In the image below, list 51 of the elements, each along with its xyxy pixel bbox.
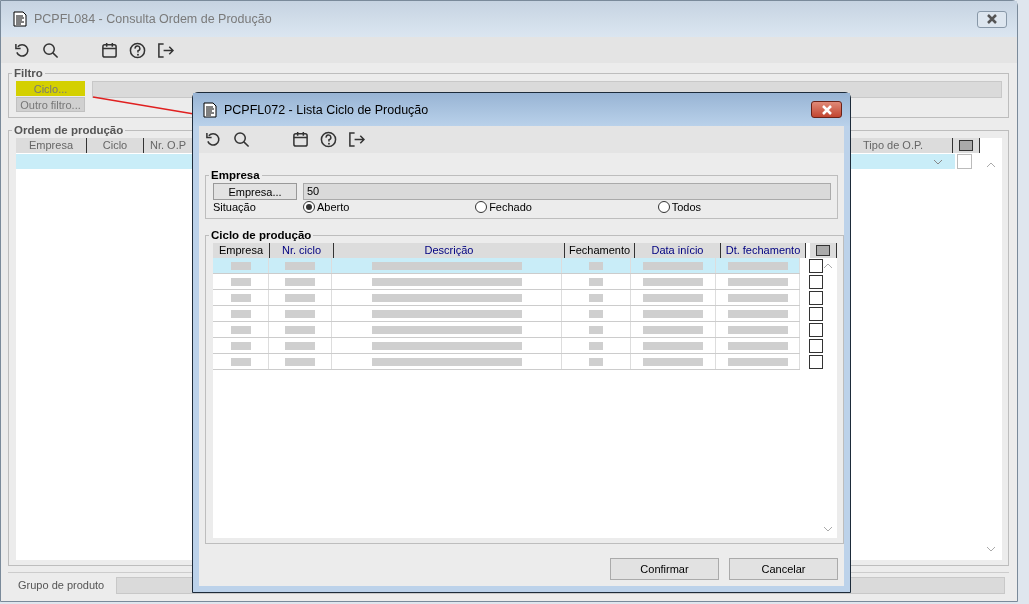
row-checkbox[interactable] (809, 259, 823, 273)
column-header[interactable]: Empresa (213, 243, 270, 258)
column-header[interactable]: Dt. fechamento (721, 243, 806, 258)
column-header[interactable]: Nr. ciclo (270, 243, 334, 258)
window-title: PCPFL072 - Lista Ciclo de Produção (224, 102, 429, 117)
group-title: Filtro (13, 67, 44, 79)
group-title: Empresa (210, 169, 261, 181)
row-checkbox[interactable] (809, 323, 823, 337)
row-checkbox[interactable] (809, 339, 823, 353)
calendar-icon[interactable] (101, 41, 118, 59)
column-header[interactable]: Data início (635, 243, 721, 258)
column-header[interactable]: Empresa (16, 138, 87, 153)
company-field[interactable]: 50 (303, 183, 831, 200)
search-icon[interactable] (233, 131, 250, 148)
row-checkbox[interactable] (809, 307, 823, 321)
field-label: Situação (213, 201, 257, 213)
select-all-header[interactable] (953, 138, 980, 153)
row-checkbox[interactable] (957, 154, 972, 169)
refresh-icon[interactable] (205, 131, 222, 148)
calendar-icon[interactable] (292, 131, 309, 148)
exit-icon[interactable] (157, 41, 174, 59)
refresh-icon[interactable] (14, 41, 31, 59)
column-header[interactable]: Ciclo (87, 138, 144, 153)
confirm-button[interactable]: Confirmar (610, 558, 719, 580)
window-title: PCPFL084 - Consulta Ordem de Produção (34, 12, 272, 26)
document-icon (13, 11, 27, 27)
company-button[interactable]: Empresa... (213, 183, 297, 200)
column-header[interactable]: Fechamento (565, 243, 635, 258)
column-header[interactable]: Nr. O.P (144, 138, 193, 153)
row-checkbox[interactable] (809, 355, 823, 369)
select-all-header[interactable] (810, 243, 837, 258)
close-button[interactable] (811, 101, 842, 118)
caret-icon[interactable] (933, 158, 943, 165)
close-icon (821, 104, 832, 115)
radio-option[interactable]: Aberto (303, 201, 350, 213)
row-checkbox[interactable] (809, 291, 823, 305)
help-icon[interactable] (129, 41, 146, 59)
field-label: Grupo de produto (18, 579, 105, 591)
help-icon[interactable] (320, 131, 337, 148)
close-button[interactable] (977, 10, 1007, 28)
group-title: Ciclo de produção (210, 229, 313, 241)
radio-option[interactable]: Fechado (475, 201, 532, 213)
row-checkbox[interactable] (809, 275, 823, 289)
column-header[interactable]: Descrição (334, 243, 565, 258)
document-icon (203, 101, 217, 118)
radio-option[interactable]: Todos (657, 201, 701, 213)
exit-icon[interactable] (348, 131, 365, 148)
group-title: Ordem de produção (13, 124, 125, 136)
cancel-button[interactable]: Cancelar (729, 558, 838, 580)
close-icon (987, 14, 997, 24)
search-icon[interactable] (42, 41, 59, 59)
